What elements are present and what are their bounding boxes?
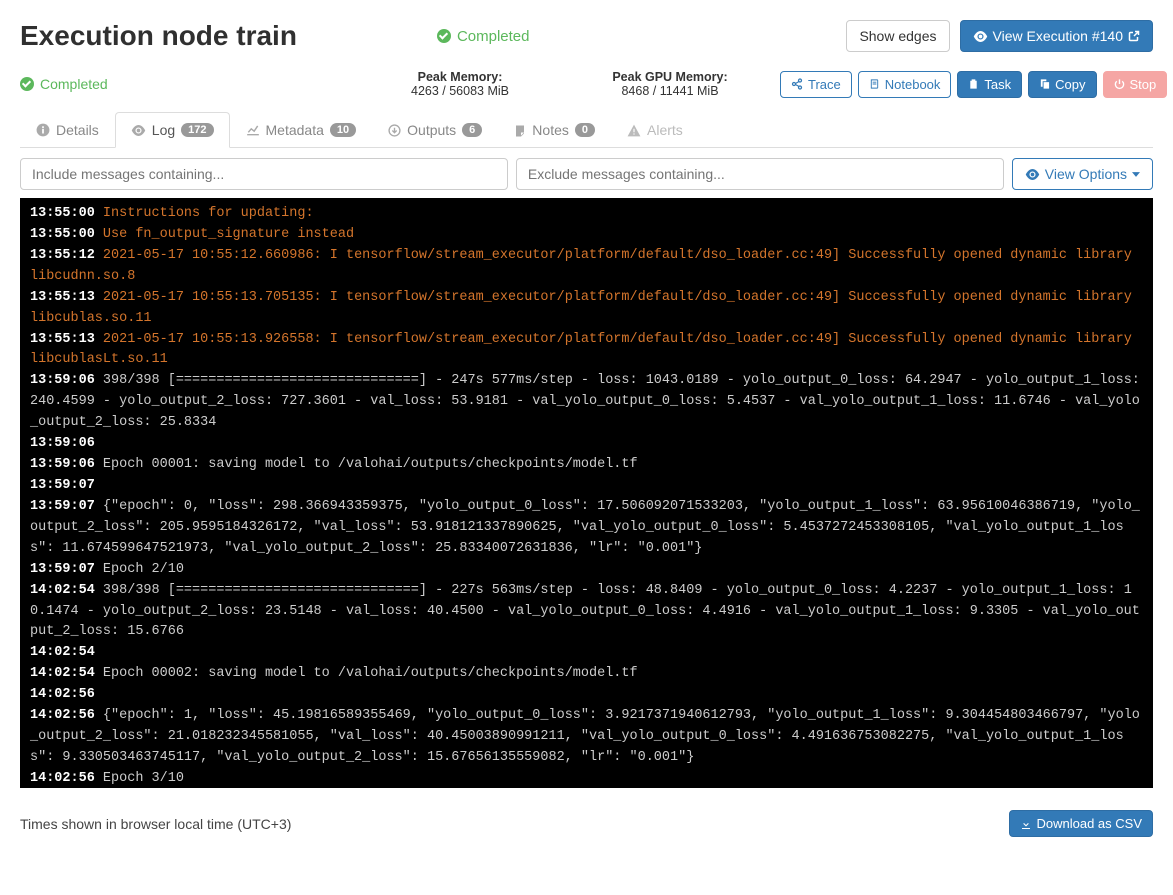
tab-notes-label: Notes	[532, 122, 569, 138]
eye-icon	[1025, 169, 1040, 180]
tab-details-label: Details	[56, 122, 99, 138]
task-label: Task	[984, 77, 1011, 92]
download-icon	[388, 124, 401, 137]
copy-icon	[1039, 78, 1050, 90]
trace-button[interactable]: Trace	[780, 71, 852, 98]
show-edges-button[interactable]: Show edges	[846, 20, 949, 52]
view-execution-label: View Execution #140	[993, 28, 1124, 44]
page-title: Execution node train	[20, 20, 297, 52]
peak-gpu-label: Peak GPU Memory:	[570, 70, 770, 84]
eye-icon	[131, 125, 146, 136]
power-icon	[1114, 78, 1125, 90]
tab-outputs-count: 6	[462, 123, 482, 137]
external-link-icon	[1128, 30, 1140, 42]
view-options-button[interactable]: View Options	[1012, 158, 1153, 190]
tabs-nav: Details Log 172 Metadata 10 Outputs 6 No…	[20, 112, 1153, 148]
download-csv-label: Download as CSV	[1037, 816, 1143, 831]
tab-metadata-label: Metadata	[266, 122, 324, 138]
check-circle-icon	[20, 77, 34, 91]
chart-icon	[246, 124, 260, 136]
tab-metadata-count: 10	[330, 123, 356, 137]
peak-gpu-stat: Peak GPU Memory: 8468 / 11441 MiB	[570, 70, 770, 98]
peak-memory-value: 4263 / 56083 MiB	[360, 84, 560, 98]
exclude-filter-input[interactable]	[516, 158, 1004, 190]
caret-down-icon	[1132, 172, 1140, 177]
tab-alerts[interactable]: Alerts	[611, 112, 699, 148]
tab-log-count: 172	[181, 123, 213, 137]
peak-memory-stat: Peak Memory: 4263 / 56083 MiB	[360, 70, 560, 98]
copy-label: Copy	[1055, 77, 1085, 92]
peak-memory-label: Peak Memory:	[360, 70, 560, 84]
notebook-button[interactable]: Notebook	[858, 71, 952, 98]
peak-gpu-value: 8468 / 11441 MiB	[570, 84, 770, 98]
timezone-note: Times shown in browser local time (UTC+3…	[20, 816, 291, 832]
note-icon	[514, 124, 526, 137]
tab-details[interactable]: Details	[20, 112, 115, 148]
tab-notes-count: 0	[575, 123, 595, 137]
tab-metadata[interactable]: Metadata 10	[230, 112, 373, 148]
clipboard-icon	[968, 78, 979, 90]
status-indicator: Completed	[20, 76, 350, 92]
check-circle-icon	[437, 29, 451, 43]
tab-outputs[interactable]: Outputs 6	[372, 112, 498, 148]
tab-log-label: Log	[152, 122, 175, 138]
book-icon	[869, 78, 880, 90]
stop-label: Stop	[1130, 77, 1157, 92]
download-icon	[1020, 818, 1032, 830]
tab-log[interactable]: Log 172	[115, 112, 230, 148]
horizontal-scrollbar[interactable]	[20, 790, 1153, 804]
include-filter-input[interactable]	[20, 158, 508, 190]
header-status-label: Completed	[457, 28, 530, 45]
eye-icon	[973, 31, 988, 42]
notebook-label: Notebook	[885, 77, 941, 92]
stop-button[interactable]: Stop	[1103, 71, 1168, 98]
info-icon	[36, 123, 50, 137]
log-output[interactable]: 13:55:00 Instructions for updating:13:55…	[20, 198, 1153, 788]
share-icon	[791, 78, 803, 90]
trace-label: Trace	[808, 77, 841, 92]
view-options-label: View Options	[1045, 166, 1127, 182]
copy-button[interactable]: Copy	[1028, 71, 1096, 98]
view-execution-button[interactable]: View Execution #140	[960, 20, 1154, 52]
download-csv-button[interactable]: Download as CSV	[1009, 810, 1154, 837]
tab-alerts-label: Alerts	[647, 122, 683, 138]
tab-notes[interactable]: Notes 0	[498, 112, 611, 148]
header-status: Completed	[437, 28, 837, 45]
status-label: Completed	[40, 76, 108, 92]
warning-icon	[627, 124, 641, 137]
tab-outputs-label: Outputs	[407, 122, 456, 138]
task-button[interactable]: Task	[957, 71, 1022, 98]
